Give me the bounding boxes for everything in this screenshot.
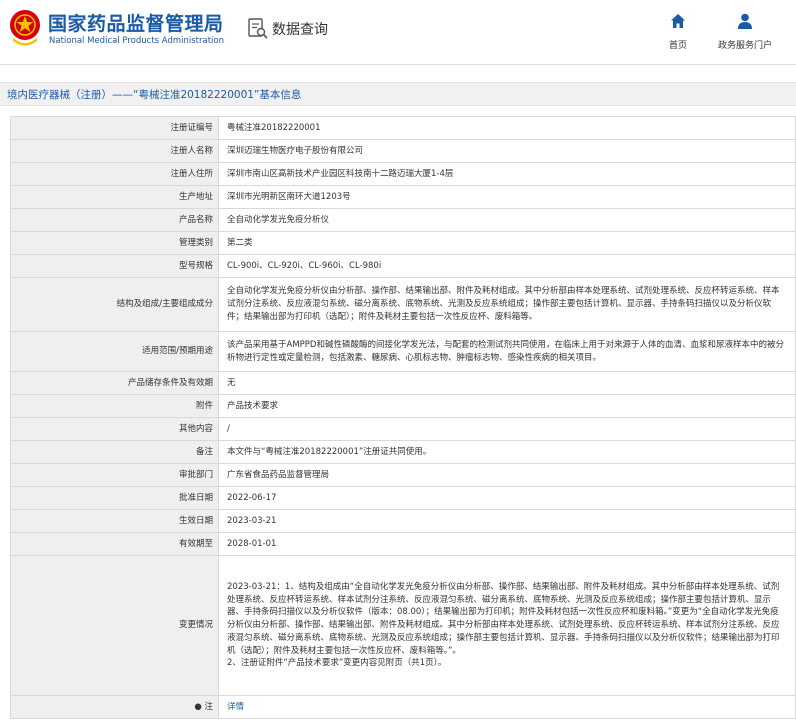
field-value: 2022-06-17 (218, 486, 796, 510)
field-value: 详情 (218, 695, 796, 719)
table-row: 生产地址 深圳市光明新区南环大道1203号 (10, 185, 796, 209)
table-row: 注册人名称 深圳迈瑞生物医疗电子股份有限公司 (10, 139, 796, 163)
field-value: / (218, 417, 796, 441)
field-label: 产品储存条件及有效期 (10, 371, 219, 395)
field-value: 产品技术要求 (218, 394, 796, 418)
field-label: 变更情况 (10, 555, 219, 696)
table-row: 适用范围/预期用途 该产品采用基于AMPPD和碱性磷酸酶的间接化学发光法，与配套… (10, 331, 796, 372)
registration-info-table: 注册证编号 粤械注准20182220001 注册人名称 深圳迈瑞生物医疗电子股份… (10, 116, 796, 719)
user-icon (738, 13, 752, 29)
table-row: 型号规格 CL-900i、CL-920i、CL-960i、CL-980i (10, 254, 796, 278)
table-row: 审批部门 广东省食品药品监督管理局 (10, 463, 796, 487)
table-row: 批准日期 2022-06-17 (10, 486, 796, 510)
note-label: 注 (204, 701, 213, 712)
field-label: 其他内容 (10, 417, 219, 441)
field-value: 深圳迈瑞生物医疗电子股份有限公司 (218, 139, 796, 163)
field-label: 备注 (10, 440, 219, 464)
nav-home-label: 首页 (668, 41, 687, 51)
change-history-entry: 2、注册证附件“产品技术要求”变更内容见附页（共1页）。 (227, 658, 447, 669)
table-row: 产品储存条件及有效期 无 (10, 371, 796, 395)
change-history-entry: 2023-03-21：1、结构及组成由“全自动化学发光免疫分析仪由分析部、操作部… (227, 581, 780, 656)
field-value: 无 (218, 371, 796, 395)
table-row: 注册人住所 深圳市南山区高新技术产业园区科技南十二路迈瑞大厦1-4层 (10, 162, 796, 186)
field-label: 审批部门 (10, 463, 219, 487)
field-label: 注册人名称 (10, 139, 219, 163)
record-title: 境内医疗器械（注册）——“粤械注准20182220001”基本信息 (7, 89, 302, 101)
field-label: 型号规格 (10, 254, 219, 278)
field-value: 第二类 (218, 231, 796, 255)
data-query-label: 数据查询 (272, 22, 328, 38)
field-label: 适用范围/预期用途 (10, 331, 219, 372)
field-label: 注册证编号 (10, 116, 219, 140)
field-value: CL-900i、CL-920i、CL-960i、CL-980i (218, 254, 796, 278)
field-label: 结构及组成/主要组成成分 (10, 277, 219, 332)
field-value: 2023-03-21 (218, 509, 796, 533)
field-value: 2023-03-21：1、结构及组成由“全自动化学发光免疫分析仪由分析部、操作部… (218, 555, 796, 696)
record-title-bar: 境内医疗器械（注册）——“粤械注准20182220001”基本信息 (0, 82, 796, 106)
logo-title-en: National Medical Products Administration (49, 36, 224, 46)
field-label: 批准日期 (10, 486, 219, 510)
field-value: 粤械注准20182220001 (218, 116, 796, 140)
table-row: ● 注 详情 (10, 695, 796, 719)
header-divider (0, 64, 796, 65)
field-value: 全自动化学发光免疫分析仪 (218, 208, 796, 232)
nav-gov-portal[interactable]: 政务服务门户 (710, 12, 780, 52)
field-label: 产品名称 (10, 208, 219, 232)
details-link[interactable]: 详情 (227, 702, 244, 712)
field-value: 深圳市南山区高新技术产业园区科技南十二路迈瑞大厦1-4层 (218, 162, 796, 186)
nav-gov-portal-label: 政务服务门户 (717, 41, 772, 51)
site-header: 国家药品监督管理局 National Medical Products Admi… (0, 0, 796, 64)
star-icon: ● (194, 701, 202, 712)
emblem-icon (10, 10, 40, 46)
table-row: 生效日期 2023-03-21 (10, 509, 796, 533)
table-row: 变更情况 2023-03-21：1、结构及组成由“全自动化学发光免疫分析仪由分析… (10, 555, 796, 696)
field-value: 深圳市光明新区南环大道1203号 (218, 185, 796, 209)
field-value: 本文件与“粤械注准20182220001”注册证共同使用。 (218, 440, 796, 464)
table-row: 结构及组成/主要组成成分 全自动化学发光免疫分析仪由分析部、操作部、结果输出部、… (10, 277, 796, 332)
table-row: 注册证编号 粤械注准20182220001 (10, 116, 796, 140)
field-value: 广东省食品药品监督管理局 (218, 463, 796, 487)
field-label: 注册人住所 (10, 162, 219, 186)
table-row: 管理类别 第二类 (10, 231, 796, 255)
table-row: 产品名称 全自动化学发光免疫分析仪 (10, 208, 796, 232)
table-row: 其他内容 / (10, 417, 796, 441)
field-label: 附件 (10, 394, 219, 418)
home-icon (671, 14, 685, 28)
field-value: 2028-01-01 (218, 532, 796, 556)
field-label: ● 注 (10, 695, 219, 719)
field-value: 该产品采用基于AMPPD和碱性磷酸酶的间接化学发光法，与配套的检测试剂共同使用，… (218, 331, 796, 372)
logo-title-cn: 国家药品监督管理局 (48, 13, 224, 35)
field-value: 全自动化学发光免疫分析仪由分析部、操作部、结果输出部、附件及耗材组成。其中分析部… (218, 277, 796, 332)
table-row: 有效期至 2028-01-01 (10, 532, 796, 556)
document-search-icon (248, 18, 268, 39)
field-label: 管理类别 (10, 231, 219, 255)
field-label: 有效期至 (10, 532, 219, 556)
table-row: 附件 产品技术要求 (10, 394, 796, 418)
nav-home[interactable]: 首页 (663, 12, 693, 52)
field-label: 生效日期 (10, 509, 219, 533)
table-row: 备注 本文件与“粤械注准20182220001”注册证共同使用。 (10, 440, 796, 464)
field-label: 生产地址 (10, 185, 219, 209)
